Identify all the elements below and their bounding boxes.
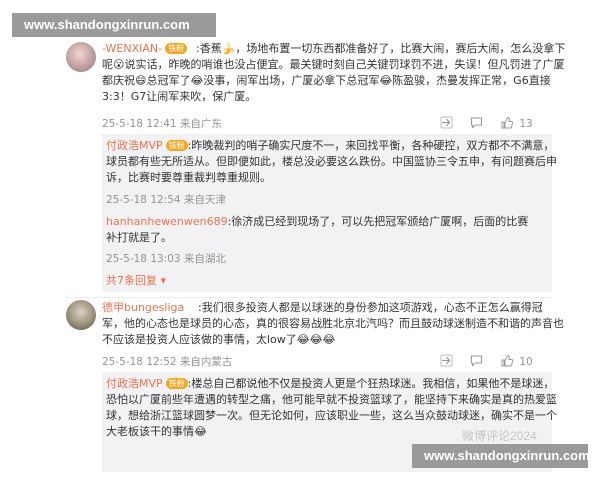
comment-text: :香蕉🍌，场地布置一切东西都准备好了，比赛大闹，赛后大闹，怎么没拿下 呢😮说实话… bbox=[102, 42, 566, 103]
reply-item: 付政浩MVP 铁粉:昨晚裁判的哨子确实尺度不一，来回找平衡，各种硬控，双方都不不满… bbox=[106, 139, 557, 184]
comment-actions: 13 bbox=[440, 116, 550, 132]
like-count: 10 bbox=[519, 356, 533, 368]
reply-username[interactable]: 付政浩MVP bbox=[106, 139, 163, 152]
reply-username[interactable]: 付政浩MVP bbox=[106, 377, 163, 390]
more-replies-link[interactable]: 共7条回复 ▾ bbox=[106, 272, 166, 288]
reply-box: 付政浩MVP 铁粉:昨晚裁判的哨子确实尺度不一，来回找平衡，各种硬控，双方都不不满… bbox=[102, 134, 557, 292]
avatar[interactable] bbox=[66, 300, 96, 330]
reply-timestamp: 25-5-18 12:54 来自天津 bbox=[106, 194, 226, 206]
like-button[interactable]: 13 bbox=[500, 116, 533, 130]
reply-item: hanhanhewenwen689:徐济成已经到现场了，可以先把冠军颁给广厦啊，… bbox=[106, 215, 529, 244]
comment-icon[interactable] bbox=[470, 116, 483, 130]
share-icon[interactable] bbox=[440, 116, 453, 130]
weibo-watermark: 微博评论2024 bbox=[462, 429, 537, 443]
like-icon bbox=[501, 354, 513, 367]
divider bbox=[66, 297, 552, 298]
share-icon[interactable] bbox=[440, 354, 453, 368]
site-watermark-top: www.shandongxinrun.com bbox=[12, 13, 216, 37]
site-watermark-bottom: www.shandongxinrun.com bbox=[412, 444, 590, 468]
comment-icon[interactable] bbox=[470, 354, 483, 368]
fan-badge: 铁粉 bbox=[165, 378, 188, 389]
comment-text: :我们很多投资人都是以球迷的身份参加这项游戏，心态不正怎么赢得冠 军，他的心态也… bbox=[102, 301, 564, 346]
comment-feed: -WENXIAN- 铁粉 :香蕉🍌，场地布置一切东西都准备好了，比赛大闹，赛后大闹… bbox=[0, 40, 600, 480]
like-count: 13 bbox=[519, 118, 533, 130]
comment-actions: 10 bbox=[440, 354, 550, 370]
fan-badge: 铁粉 bbox=[165, 140, 188, 151]
avatar[interactable] bbox=[66, 42, 96, 72]
reply-username[interactable]: hanhanhewenwen689 bbox=[106, 215, 228, 228]
like-button[interactable]: 10 bbox=[500, 354, 533, 368]
comment-timestamp: 25-5-18 12:52 来自内蒙古 bbox=[102, 356, 233, 368]
comment-timestamp: 25-5-18 12:41 来自广东 bbox=[102, 118, 222, 130]
like-icon bbox=[501, 116, 513, 129]
reply-timestamp: 25-5-18 13:03 来自湖北 bbox=[106, 253, 226, 265]
